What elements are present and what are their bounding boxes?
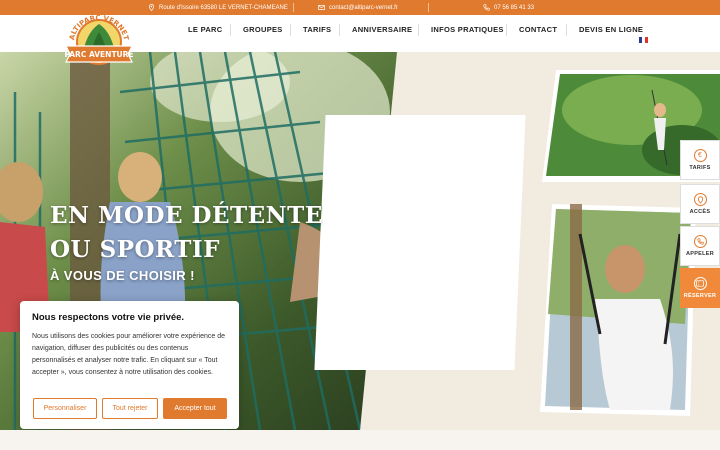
nav-divider xyxy=(506,24,507,36)
nav-item-groupes[interactable]: GROUPES xyxy=(243,25,283,34)
nav-item-infos-pratiques[interactable]: INFOS PRATIQUES xyxy=(431,25,504,34)
language-flag-fr[interactable] xyxy=(639,37,648,43)
hero-title-line1: EN MODE DÉTENTE xyxy=(50,202,323,229)
nav-item-anniversaire[interactable]: ANNIVERSAIRE xyxy=(352,25,412,34)
phone-info[interactable]: 07 56 85 41 33 xyxy=(483,0,534,15)
cookie-consent-banner: Nous respectons votre vie privée. Nous u… xyxy=(20,301,239,429)
side-button-label: ACCÈS xyxy=(689,209,711,215)
accept-all-button[interactable]: Accepter tout xyxy=(163,398,227,419)
cookie-text: Nous utilisons des cookies pour améliore… xyxy=(32,333,225,376)
side-button-label: TARIFS xyxy=(689,165,711,171)
side-button-acces[interactable]: ACCÈS xyxy=(680,184,720,224)
nav-divider xyxy=(418,24,419,36)
white-content-card xyxy=(314,115,526,370)
nav-divider xyxy=(230,24,231,36)
hero-subtitle: À VOUS DE CHOISIR ! xyxy=(50,268,195,283)
side-button-reserver[interactable]: RÉSERVER xyxy=(680,268,720,308)
page-bottom-strip xyxy=(0,430,720,450)
nav-item-tarifs[interactable]: TARIFS xyxy=(303,25,331,34)
cookie-buttons: Personnaliser Tout rejeter Accepter tout xyxy=(33,398,227,419)
map-pin-icon xyxy=(149,4,154,11)
phone-icon xyxy=(693,235,707,248)
nav-divider xyxy=(339,24,340,36)
address-text: Route d'Issoire 63580 LE VERNET-CHAMEANE xyxy=(159,4,288,11)
divider xyxy=(293,3,294,12)
side-button-appeler[interactable]: APPELER xyxy=(680,226,720,266)
logo-banner-text: PARC AVENTURE xyxy=(64,50,133,59)
side-button-label: RÉSERVER xyxy=(683,293,717,299)
photo-climbing-boy xyxy=(540,204,696,416)
map-pin-icon xyxy=(693,193,707,206)
nav-item-devis-en-ligne[interactable]: DEVIS EN LIGNE xyxy=(579,25,643,34)
side-button-label: APPELER xyxy=(685,251,715,257)
divider xyxy=(428,3,429,12)
side-button-tarifs[interactable]: € TARIFS xyxy=(680,140,720,180)
phone-icon xyxy=(483,4,490,11)
ticket-icon xyxy=(693,277,707,290)
email-link[interactable]: contact@altiparc-vernet.fr xyxy=(329,5,398,11)
nav-divider xyxy=(290,24,291,36)
nav-divider xyxy=(566,24,567,36)
email-info[interactable]: contact@altiparc-vernet.fr xyxy=(318,0,398,15)
hero-title-line2: OU SPORTIF xyxy=(50,236,220,263)
address-info: Route d'Issoire 63580 LE VERNET-CHAMEANE xyxy=(148,0,288,15)
phone-link[interactable]: 07 56 85 41 33 xyxy=(494,5,534,11)
site-logo[interactable]: ALTIPARC VERNET PARC AVENTURE xyxy=(62,12,136,70)
nav-item-contact[interactable]: CONTACT xyxy=(519,25,557,34)
customize-button[interactable]: Personnaliser xyxy=(33,398,97,419)
nav-item-le-parc[interactable]: LE PARC xyxy=(188,25,222,34)
cookie-title: Nous respectons votre vie privée. xyxy=(32,312,185,323)
mail-icon xyxy=(318,5,325,10)
reject-all-button[interactable]: Tout rejeter xyxy=(102,398,158,419)
euro-icon: € xyxy=(693,149,707,162)
